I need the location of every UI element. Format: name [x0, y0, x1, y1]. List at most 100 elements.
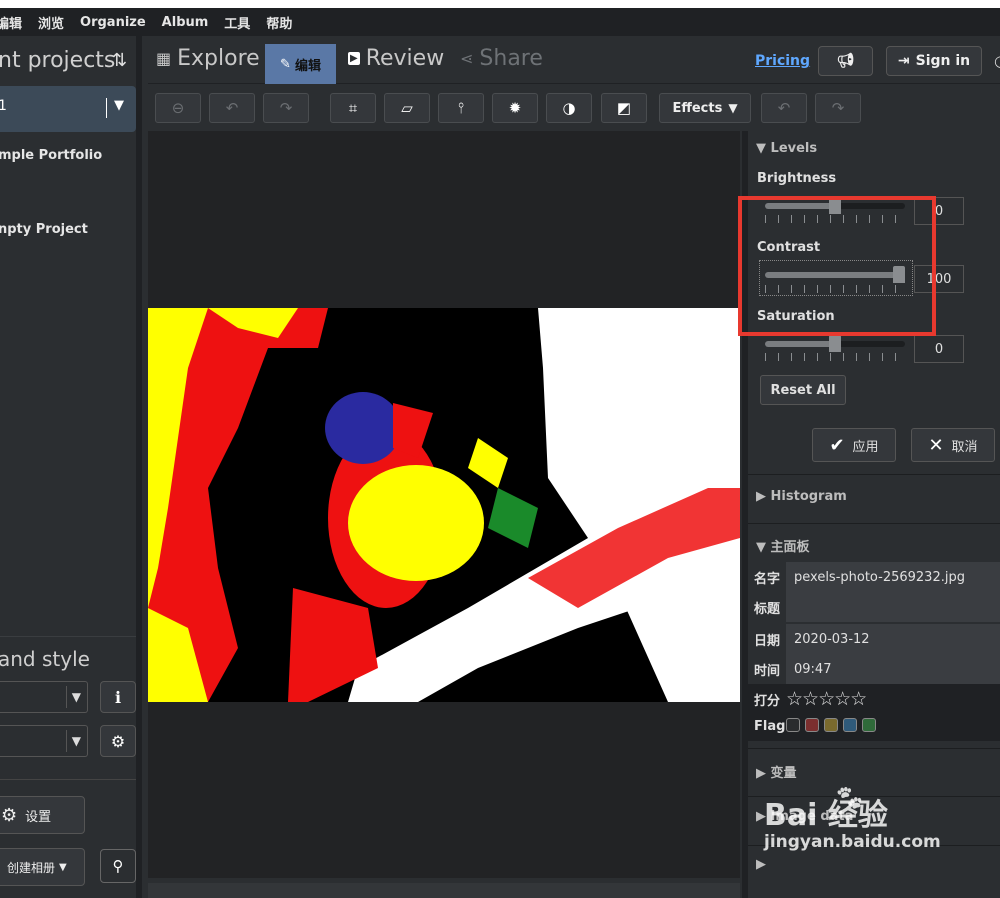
search-icon: ⚲	[112, 857, 124, 875]
collapsed-section-header[interactable]: ▶	[756, 857, 766, 872]
divider	[0, 779, 136, 780]
create-album-button[interactable]: 创建相册 ▼	[0, 848, 85, 886]
sign-in-button[interactable]: ⇥ Sign in	[886, 46, 982, 76]
menu-help[interactable]: 帮助	[266, 13, 292, 32]
sign-in-label: Sign in	[915, 53, 971, 69]
saturation-slider[interactable]	[765, 335, 905, 352]
flag-swatches	[786, 717, 881, 736]
tab-explore-label: Explore	[177, 46, 260, 71]
info-button[interactable]: ℹ	[100, 681, 136, 713]
tab-explore[interactable]: ▦ Explore	[156, 46, 260, 71]
cancel-button[interactable]: ✕ 取消	[911, 428, 995, 462]
brightness-label: Brightness	[757, 171, 837, 186]
meta-title-key: 标题	[754, 601, 781, 617]
edited-photo	[148, 308, 740, 702]
apply-button[interactable]: ✔ 应用	[812, 428, 896, 462]
meta-time-key: 时间	[754, 663, 781, 679]
project-select[interactable]: 1 ▼	[0, 86, 136, 132]
menu-bar: 编辑 浏览 Organize Album 工具 帮助	[0, 8, 1000, 36]
pricing-link[interactable]: Pricing	[755, 53, 810, 69]
announcement-button[interactable]: 📢︎	[818, 46, 873, 76]
meta-time-value[interactable]: 09:47	[786, 654, 1000, 684]
meta-title-value[interactable]	[786, 592, 1000, 622]
reset-all-button[interactable]: Reset All	[760, 375, 846, 405]
saturation-value[interactable]: 0	[914, 335, 964, 363]
tab-share[interactable]: ⋖ Share	[460, 46, 543, 71]
style-section: and style ▼ ℹ ▼ ⚙ ⚙ 设置 创建相册 ▼ ⚲	[0, 636, 136, 898]
project-item-portfolio[interactable]: mple Portfolio	[0, 148, 102, 163]
redo-icon: ↷	[831, 99, 845, 117]
undo-icon: ↶	[777, 99, 791, 117]
style-dropdown-2[interactable]: ▼	[0, 725, 88, 757]
chevron-down-icon: ▼	[114, 98, 124, 113]
undo-button[interactable]: ↶	[761, 93, 807, 123]
flag-swatch[interactable]	[786, 717, 800, 732]
histogram-header[interactable]: ▶ Histogram	[756, 489, 847, 504]
dropdown-separator	[66, 686, 67, 708]
tab-review-label: Review	[365, 46, 445, 71]
perspective-button[interactable]: ▱	[384, 93, 430, 123]
cancel-label: 取消	[951, 439, 978, 455]
gear-button[interactable]: ⚙	[100, 725, 136, 757]
meta-name-value[interactable]: pexels-photo-2569232.jpg	[786, 562, 1000, 592]
menu-organize[interactable]: Organize	[80, 15, 146, 30]
sort-icon[interactable]: ⇅	[112, 50, 127, 71]
menu-album[interactable]: Album	[162, 15, 209, 30]
rotate-left-icon: ↶	[225, 99, 239, 117]
baidu-watermark: 🐾︎ Bai 经验 jingyan.baidu.com	[764, 784, 941, 852]
chevron-right-icon: ▶	[756, 857, 766, 872]
star-rating[interactable]: ☆☆☆☆☆	[786, 688, 867, 710]
chevron-down-icon: ▼	[728, 101, 738, 115]
meta-date-value[interactable]: 2020-03-12	[786, 624, 1000, 654]
menu-browse[interactable]: 浏览	[38, 13, 64, 32]
contrast-button[interactable]: ◑	[546, 93, 592, 123]
image-canvas[interactable]	[148, 131, 740, 878]
variables-header[interactable]: ▶ 变量	[756, 762, 797, 781]
menu-edit[interactable]: 编辑	[0, 13, 22, 32]
divider	[748, 523, 1000, 524]
exposure-button[interactable]: ◩	[601, 93, 647, 123]
close-icon: ✕	[928, 434, 944, 456]
remove-button[interactable]: ⊖	[155, 93, 201, 123]
share-icon: ⋖	[460, 49, 474, 68]
redo-button[interactable]: ↷	[815, 93, 861, 123]
main-panel-header[interactable]: ▼ 主面板	[756, 536, 810, 555]
meta-row-name: 名字 pexels-photo-2569232.jpg	[748, 562, 1000, 592]
variables-title: 变量	[770, 766, 797, 781]
play-icon: ▶	[348, 52, 360, 65]
rotate-right-button[interactable]: ↷	[263, 93, 309, 123]
flag-swatch[interactable]	[824, 717, 838, 732]
style-dropdown-1[interactable]: ▼	[0, 681, 88, 713]
more-icon[interactable]: ◔	[994, 52, 1000, 70]
brightness-button[interactable]: ✹	[492, 93, 538, 123]
menu-tools[interactable]: 工具	[224, 13, 250, 32]
edit-toolbar: ⊖ ↶ ↷ ⌗ ▱ ⫯ ✹ ◑ ◩ Effects ▼ ↶ ↷	[148, 85, 1000, 131]
gear-icon: ⚙	[1, 804, 18, 826]
flag-swatch[interactable]	[805, 717, 819, 732]
histogram-title: Histogram	[770, 489, 847, 504]
project-item-empty[interactable]: npty Project	[0, 222, 88, 237]
megaphone-icon: 📢︎	[836, 53, 855, 69]
flag-swatch[interactable]	[843, 717, 857, 732]
effects-dropdown[interactable]: Effects ▼	[659, 93, 751, 123]
crop-button[interactable]: ⌗	[330, 93, 376, 123]
saturation-fill	[765, 341, 835, 347]
style-section-title: and style	[0, 647, 90, 671]
check-icon: ✔	[829, 434, 845, 456]
project-select-value: 1	[0, 98, 7, 114]
horizontal-scrollbar[interactable]	[148, 883, 740, 898]
tab-review[interactable]: ▶ Review	[348, 46, 444, 71]
flag-swatch[interactable]	[862, 717, 876, 732]
rotate-left-button[interactable]: ↶	[209, 93, 255, 123]
settings-button[interactable]: ⚙ 设置	[0, 796, 85, 834]
straighten-button[interactable]: ⫯	[438, 93, 484, 123]
projects-title: nt projects	[0, 48, 116, 73]
search-button[interactable]: ⚲	[100, 849, 136, 883]
perspective-icon: ▱	[401, 99, 413, 117]
main-panel-title: 主面板	[770, 540, 810, 555]
saturation-thumb[interactable]	[829, 335, 841, 352]
meta-date-key: 日期	[754, 633, 781, 649]
tab-edit[interactable]: ✎ 编辑	[265, 44, 336, 84]
levels-header[interactable]: ▼ Levels	[756, 141, 817, 156]
crop-icon: ⌗	[348, 99, 358, 117]
